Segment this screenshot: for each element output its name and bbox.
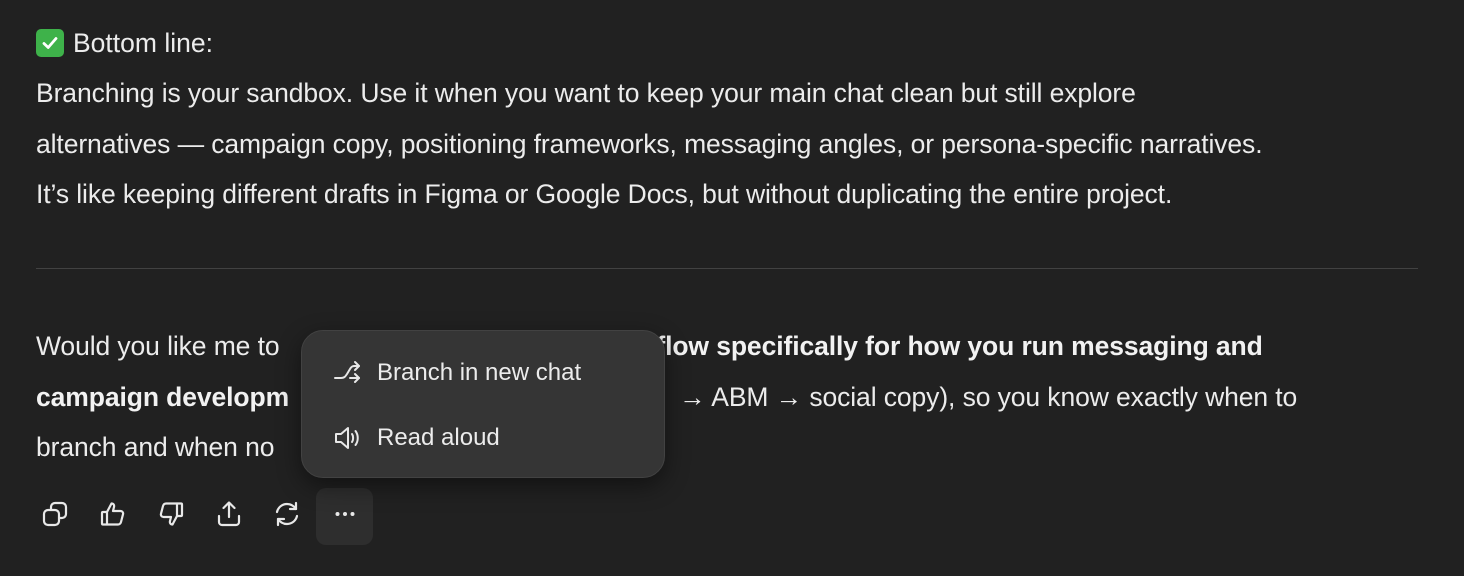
message-actions-bar	[26, 488, 374, 545]
thumbs-down-icon	[156, 499, 186, 534]
more-button[interactable]	[316, 488, 373, 545]
menu-item-read-aloud[interactable]: Read aloud	[302, 408, 664, 468]
more-icon	[330, 499, 360, 534]
paragraph-line: Branching is your sandbox. Use it when y…	[36, 78, 1136, 108]
more-actions-menu: Branch in new chat Read aloud	[301, 330, 665, 478]
branch-icon	[331, 357, 363, 389]
paragraph-branching: Branching is your sandbox. Use it when y…	[36, 68, 1436, 220]
share-button[interactable]	[200, 488, 257, 545]
copy-icon	[40, 499, 70, 534]
thumbs-up-icon	[98, 499, 128, 534]
speaker-icon	[331, 422, 363, 454]
menu-item-branch-in-new-chat[interactable]: Branch in new chat	[302, 343, 664, 403]
bottom-line-heading: Bottom line:	[36, 18, 213, 68]
paragraph-line: branch and when no	[36, 422, 1436, 473]
paragraph-followup-question: Would you like me to rkflow specifically …	[36, 321, 1436, 473]
copy-button[interactable]	[26, 488, 83, 545]
text-segment: Would you like me to	[36, 331, 280, 361]
thumbs-up-button[interactable]	[84, 488, 141, 545]
regenerate-icon	[272, 499, 302, 534]
text-segment: → ABM → social copy), so you know exactl…	[679, 381, 1298, 412]
paragraph-line: alternatives — campaign copy, positionin…	[36, 128, 1263, 159]
text-segment: branch and when no	[36, 432, 275, 462]
paragraph-line: It’s like keeping different drafts in Fi…	[36, 179, 1173, 209]
share-icon	[214, 499, 244, 534]
check-mark-icon	[36, 29, 64, 57]
bold-segment: rkflow specifically for how you run mess…	[631, 331, 1263, 361]
paragraph-line: Would you like me to rkflow specifically …	[36, 321, 1436, 372]
heading-text: Bottom line:	[73, 28, 213, 58]
regenerate-button[interactable]	[258, 488, 315, 545]
thumbs-down-button[interactable]	[142, 488, 199, 545]
divider	[36, 268, 1418, 269]
menu-item-label: Branch in new chat	[377, 359, 582, 386]
bold-segment: campaign developm	[36, 381, 290, 412]
paragraph-line: campaign developm → ABM → social copy), s…	[36, 372, 1436, 423]
menu-item-label: Read aloud	[377, 424, 500, 451]
